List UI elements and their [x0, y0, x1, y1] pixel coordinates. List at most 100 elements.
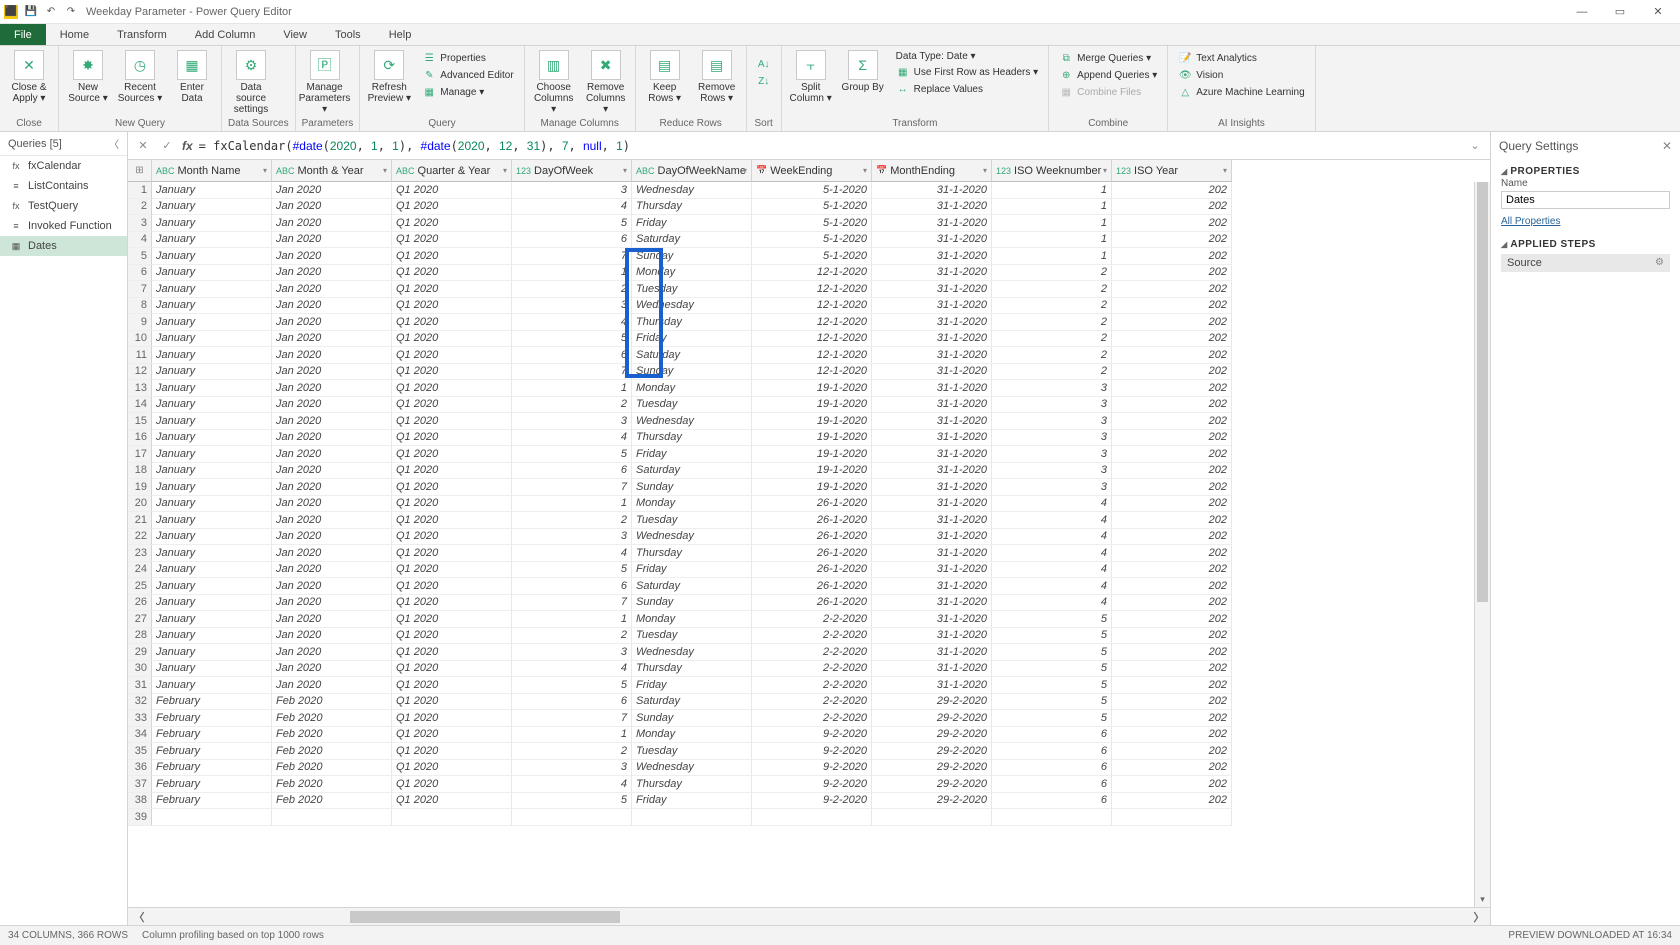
cell-iso-weeknumber[interactable]: 5: [992, 628, 1112, 645]
cell-monthending[interactable]: 31-1-2020: [872, 314, 992, 331]
cell-month-year[interactable]: Jan 2020: [272, 413, 392, 430]
cell-iso-year[interactable]: 202: [1112, 760, 1232, 777]
tab-file[interactable]: File: [0, 24, 46, 45]
cell-monthending[interactable]: 31-1-2020: [872, 298, 992, 315]
cell-month-year[interactable]: Jan 2020: [272, 496, 392, 513]
row-selector-header[interactable]: [128, 160, 152, 182]
cell-quarter-year[interactable]: Q1 2020: [392, 677, 512, 694]
cell-month-name[interactable]: February: [152, 694, 272, 711]
row-number[interactable]: 2: [128, 199, 152, 216]
manage-parameters-button[interactable]: 🄿Manage Parameters ▾: [302, 48, 348, 115]
data-grid[interactable]: ABCMonth Name▾ABCMonth & Year▾ABCQuarter…: [128, 160, 1490, 907]
cell-iso-year[interactable]: 202: [1112, 529, 1232, 546]
cell-month-year[interactable]: Jan 2020: [272, 364, 392, 381]
filter-icon[interactable]: ▾: [383, 166, 387, 175]
cell-month-year[interactable]: Jan 2020: [272, 248, 392, 265]
cell-month-year[interactable]: Jan 2020: [272, 644, 392, 661]
cell-iso-weeknumber[interactable]: 6: [992, 776, 1112, 793]
cell-monthending[interactable]: 31-1-2020: [872, 562, 992, 579]
enter-data-button[interactable]: ▦Enter Data: [169, 48, 215, 104]
cell-iso-year[interactable]: 202: [1112, 199, 1232, 216]
cell-dayofweekname[interactable]: Wednesday: [632, 182, 752, 199]
cell-month-year[interactable]: Jan 2020: [272, 265, 392, 282]
cell-dayofweek[interactable]: 7: [512, 479, 632, 496]
cell-monthending[interactable]: 31-1-2020: [872, 380, 992, 397]
cell-dayofweek[interactable]: 4: [512, 545, 632, 562]
cell-month-name[interactable]: February: [152, 793, 272, 810]
cell-dayofweekname[interactable]: Monday: [632, 727, 752, 744]
filter-icon[interactable]: ▾: [503, 166, 507, 175]
cell-monthending[interactable]: 31-1-2020: [872, 529, 992, 546]
cell-dayofweek[interactable]: 4: [512, 430, 632, 447]
cell-iso-year[interactable]: 202: [1112, 644, 1232, 661]
cell-iso-year[interactable]: 202: [1112, 710, 1232, 727]
cell-weekending[interactable]: 19-1-2020: [752, 463, 872, 480]
column-header-dayofweekname[interactable]: ABCDayOfWeekName▾: [632, 160, 752, 182]
cell-weekending[interactable]: 9-2-2020: [752, 743, 872, 760]
cell-month-name[interactable]: January: [152, 182, 272, 199]
cell-weekending[interactable]: 12-1-2020: [752, 281, 872, 298]
cell-weekending[interactable]: 9-2-2020: [752, 760, 872, 777]
cell-iso-year[interactable]: 202: [1112, 298, 1232, 315]
row-number[interactable]: 24: [128, 562, 152, 579]
cell-quarter-year[interactable]: Q1 2020: [392, 496, 512, 513]
cell-month-name[interactable]: January: [152, 545, 272, 562]
query-name-input[interactable]: [1501, 191, 1670, 209]
cell-monthending[interactable]: 31-1-2020: [872, 446, 992, 463]
cell-dayofweekname[interactable]: Thursday: [632, 776, 752, 793]
cell-month-name[interactable]: January: [152, 512, 272, 529]
cell-month-year[interactable]: Jan 2020: [272, 397, 392, 414]
cell-iso-year[interactable]: 202: [1112, 248, 1232, 265]
cell-weekending[interactable]: 2-2-2020: [752, 644, 872, 661]
redo-icon[interactable]: ↷: [64, 5, 78, 19]
cell-dayofweekname[interactable]: [632, 809, 752, 826]
tab-transform[interactable]: Transform: [103, 24, 181, 45]
cell-iso-year[interactable]: 202: [1112, 743, 1232, 760]
row-number[interactable]: 18: [128, 463, 152, 480]
cell-iso-weeknumber[interactable]: 6: [992, 743, 1112, 760]
first-row-headers-button[interactable]: ▦Use First Row as Headers ▾: [892, 64, 1043, 80]
cell-weekending[interactable]: 9-2-2020: [752, 727, 872, 744]
cell-monthending[interactable]: 31-1-2020: [872, 644, 992, 661]
cell-quarter-year[interactable]: Q1 2020: [392, 347, 512, 364]
cell-quarter-year[interactable]: Q1 2020: [392, 463, 512, 480]
cell-month-year[interactable]: Jan 2020: [272, 380, 392, 397]
cell-quarter-year[interactable]: Q1 2020: [392, 727, 512, 744]
cell-iso-weeknumber[interactable]: 4: [992, 578, 1112, 595]
cell-monthending[interactable]: 29-2-2020: [872, 694, 992, 711]
row-number[interactable]: 38: [128, 793, 152, 810]
cell-month-name[interactable]: February: [152, 776, 272, 793]
cell-quarter-year[interactable]: [392, 809, 512, 826]
cell-monthending[interactable]: 31-1-2020: [872, 463, 992, 480]
cell-dayofweek[interactable]: 6: [512, 347, 632, 364]
cell-dayofweek[interactable]: 2: [512, 743, 632, 760]
cell-month-year[interactable]: Jan 2020: [272, 512, 392, 529]
cell-quarter-year[interactable]: Q1 2020: [392, 331, 512, 348]
cell-dayofweekname[interactable]: Thursday: [632, 545, 752, 562]
tab-help[interactable]: Help: [375, 24, 426, 45]
row-number[interactable]: 17: [128, 446, 152, 463]
query-item-invoked-function[interactable]: ≡Invoked Function: [0, 216, 127, 236]
cell-iso-weeknumber[interactable]: 4: [992, 512, 1112, 529]
filter-icon[interactable]: ▾: [1103, 166, 1107, 175]
cell-quarter-year[interactable]: Q1 2020: [392, 248, 512, 265]
cell-month-year[interactable]: Jan 2020: [272, 578, 392, 595]
cell-iso-weeknumber[interactable]: 6: [992, 793, 1112, 810]
cell-monthending[interactable]: 31-1-2020: [872, 479, 992, 496]
row-number[interactable]: 36: [128, 760, 152, 777]
cell-iso-year[interactable]: [1112, 809, 1232, 826]
row-number[interactable]: 15: [128, 413, 152, 430]
cell-month-name[interactable]: [152, 809, 272, 826]
cell-monthending[interactable]: 31-1-2020: [872, 397, 992, 414]
cell-month-year[interactable]: [272, 809, 392, 826]
cell-monthending[interactable]: 31-1-2020: [872, 281, 992, 298]
cell-dayofweekname[interactable]: Saturday: [632, 578, 752, 595]
horizontal-scrollbar[interactable]: 〈 〉: [128, 907, 1490, 925]
cell-weekending[interactable]: 26-1-2020: [752, 562, 872, 579]
cell-weekending[interactable]: 12-1-2020: [752, 331, 872, 348]
row-number[interactable]: 10: [128, 331, 152, 348]
cell-iso-year[interactable]: 202: [1112, 446, 1232, 463]
row-number[interactable]: 5: [128, 248, 152, 265]
cell-iso-weeknumber[interactable]: 1: [992, 215, 1112, 232]
cell-dayofweek[interactable]: 5: [512, 331, 632, 348]
